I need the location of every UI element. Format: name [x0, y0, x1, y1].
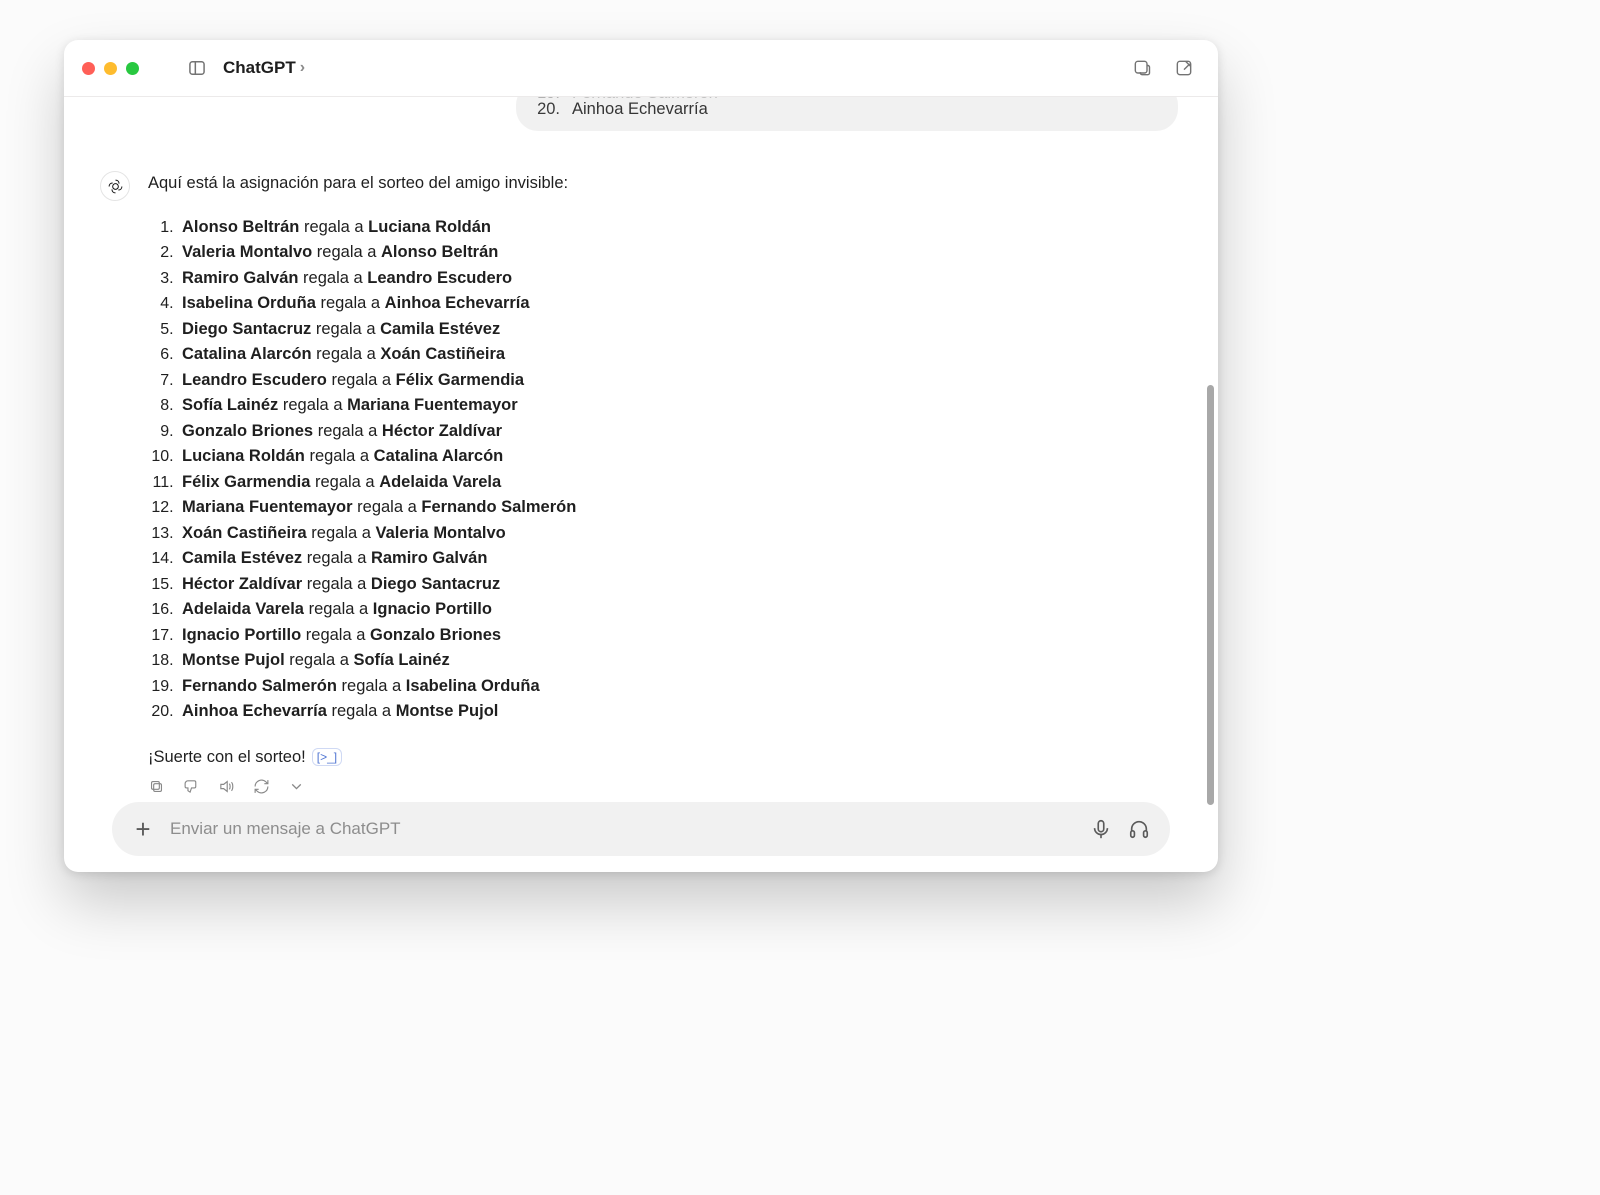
- user-list-item: 19.Fernando Salmerón: [536, 97, 1158, 99]
- assignment-item: Adelaida Varela regala a Ignacio Portill…: [178, 597, 1178, 623]
- assignment-item: Isabelina Orduña regala a Ainhoa Echevar…: [178, 291, 1178, 317]
- user-message: 19.Fernando Salmerón20.Ainhoa Echevarría: [516, 97, 1178, 131]
- assignment-item: Ignacio Portillo regala a Gonzalo Brione…: [178, 623, 1178, 649]
- minimize-window-button[interactable]: [104, 62, 117, 75]
- regenerate-button[interactable]: [253, 778, 270, 795]
- assignment-item: Luciana Roldán regala a Catalina Alarcón: [178, 444, 1178, 470]
- assignment-item: Ramiro Galván regala a Leandro Escudero: [178, 266, 1178, 292]
- assignment-item: Camila Estévez regala a Ramiro Galván: [178, 546, 1178, 572]
- window-title[interactable]: ChatGPT ›: [223, 58, 305, 78]
- sources-badge[interactable]: [>_]: [312, 748, 342, 766]
- zoom-window-button[interactable]: [126, 62, 139, 75]
- sidebar-icon: [187, 58, 207, 78]
- microphone-icon: [1090, 818, 1112, 840]
- voice-mode-button[interactable]: [1126, 816, 1152, 842]
- close-window-button[interactable]: [82, 62, 95, 75]
- message-input[interactable]: [168, 818, 1076, 840]
- user-list-item: 20.Ainhoa Echevarría: [536, 99, 1158, 119]
- assistant-avatar: [100, 171, 130, 201]
- toggle-sidebar-button[interactable]: [181, 52, 213, 84]
- app-window: ChatGPT › 19.Fernando Salmerón20.Ainhoa …: [64, 40, 1218, 872]
- assistant-outro: ¡Suerte con el sorteo!: [148, 745, 306, 771]
- assignment-item: Alonso Beltrán regala a Luciana Roldán: [178, 215, 1178, 241]
- speaker-icon: [218, 778, 235, 795]
- new-chat-button[interactable]: [1168, 52, 1200, 84]
- attach-button[interactable]: +: [130, 816, 156, 842]
- assignment-item: Fernando Salmerón regala a Isabelina Ord…: [178, 674, 1178, 700]
- assistant-message: Aquí está la asignación para el sorteo d…: [100, 171, 1178, 795]
- capture-icon: [1132, 58, 1152, 78]
- voice-input-button[interactable]: [1088, 816, 1114, 842]
- chat-content: 19.Fernando Salmerón20.Ainhoa Echevarría…: [64, 97, 1218, 872]
- chevron-down-icon: [288, 778, 305, 795]
- thumbs-down-icon: [183, 778, 200, 795]
- assignment-item: Ainhoa Echevarría regala a Montse Pujol: [178, 699, 1178, 725]
- refresh-icon: [253, 778, 270, 795]
- openai-icon: [107, 178, 124, 195]
- assignment-list: Alonso Beltrán regala a Luciana RoldánVa…: [148, 215, 1178, 725]
- assignment-item: Félix Garmendia regala a Adelaida Varela: [178, 470, 1178, 496]
- assignment-item: Montse Pujol regala a Sofía Lainéz: [178, 648, 1178, 674]
- window-controls: [82, 62, 139, 75]
- screenshot-button[interactable]: [1126, 52, 1158, 84]
- assignment-item: Xoán Castiñeira regala a Valeria Montalv…: [178, 521, 1178, 547]
- assignment-item: Catalina Alarcón regala a Xoán Castiñeir…: [178, 342, 1178, 368]
- copy-icon: [148, 778, 165, 795]
- titlebar: ChatGPT ›: [64, 40, 1218, 97]
- assignment-item: Mariana Fuentemayor regala a Fernando Sa…: [178, 495, 1178, 521]
- compose-icon: [1174, 58, 1194, 78]
- assignment-item: Leandro Escudero regala a Félix Garmendi…: [178, 368, 1178, 394]
- assignment-item: Diego Santacruz regala a Camila Estévez: [178, 317, 1178, 343]
- assistant-intro: Aquí está la asignación para el sorteo d…: [148, 171, 1178, 197]
- headphones-icon: [1128, 818, 1150, 840]
- assignment-item: Sofía Lainéz regala a Mariana Fuentemayo…: [178, 393, 1178, 419]
- composer: +: [112, 802, 1170, 856]
- thumbs-down-button[interactable]: [183, 778, 200, 795]
- read-aloud-button[interactable]: [218, 778, 235, 795]
- chevron-right-icon: ›: [300, 59, 305, 77]
- message-actions: [148, 778, 1178, 795]
- assignment-item: Héctor Zaldívar regala a Diego Santacruz: [178, 572, 1178, 598]
- window-title-text: ChatGPT: [223, 58, 296, 78]
- assignment-item: Valeria Montalvo regala a Alonso Beltrán: [178, 240, 1178, 266]
- more-models-button[interactable]: [288, 778, 305, 795]
- assignment-item: Gonzalo Briones regala a Héctor Zaldívar: [178, 419, 1178, 445]
- copy-button[interactable]: [148, 778, 165, 795]
